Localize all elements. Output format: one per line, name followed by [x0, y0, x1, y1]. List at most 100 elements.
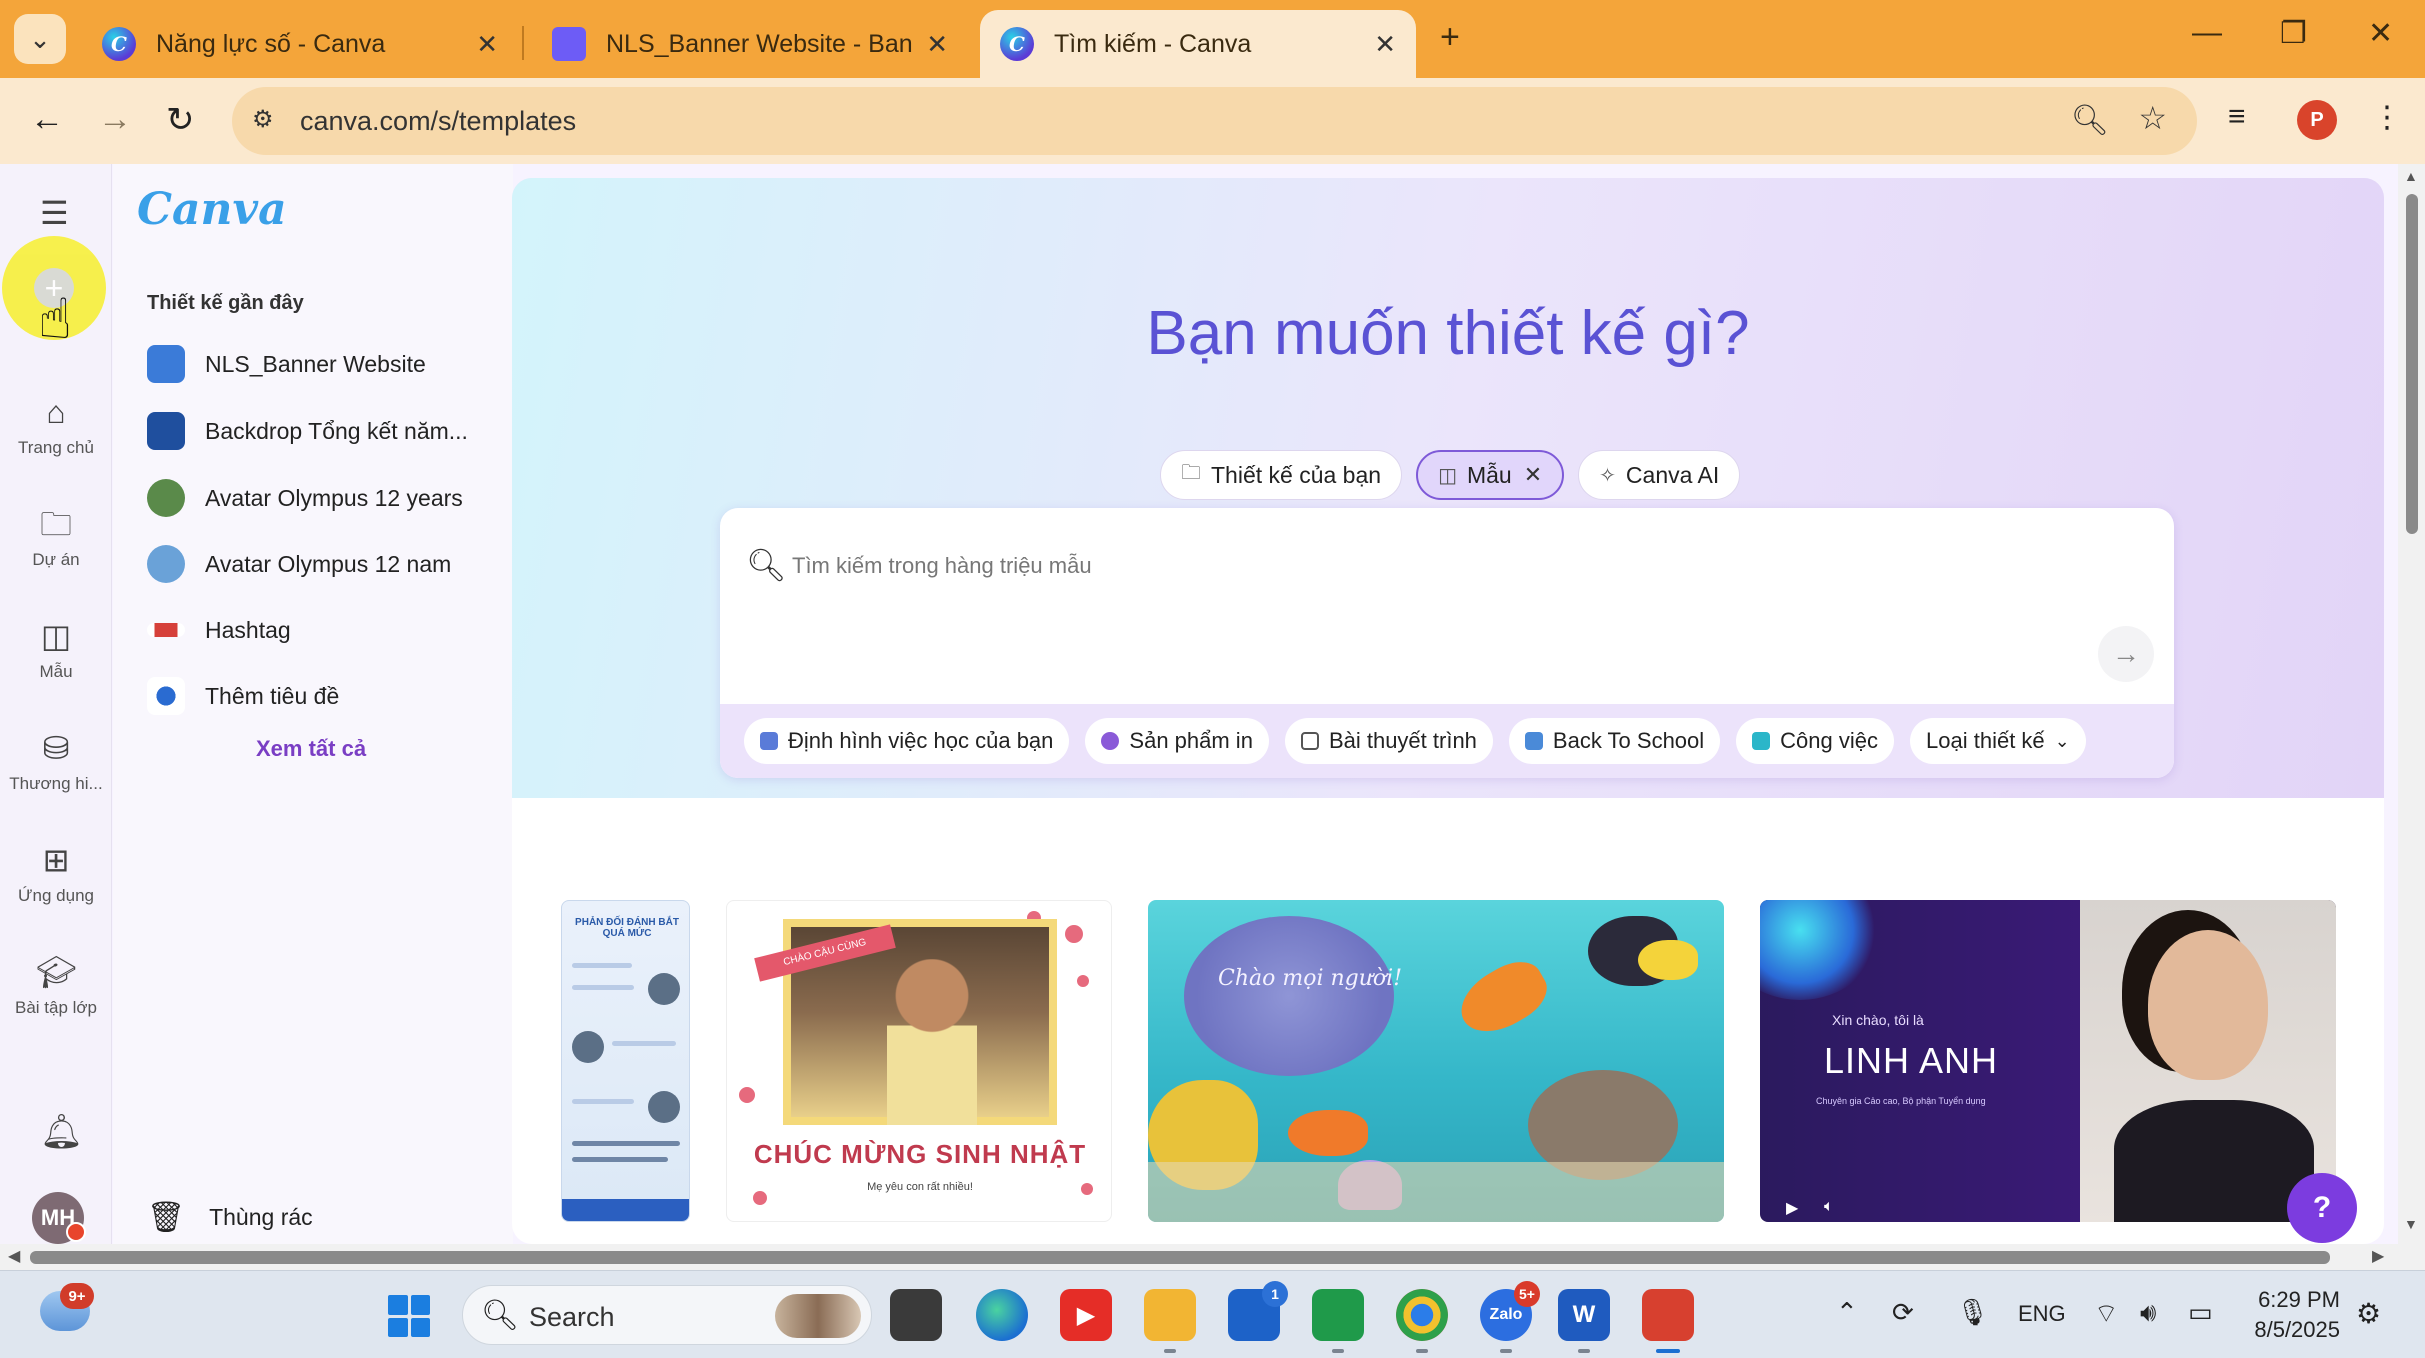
scroll-right-arrow-icon[interactable]: ▶: [2372, 1246, 2384, 1266]
help-button[interactable]: ?: [2287, 1173, 2357, 1243]
recent-design-item[interactable]: Backdrop Tổng kết năm...: [147, 409, 507, 453]
minimize-icon[interactable]: —: [2192, 16, 2222, 50]
bookmark-star-icon[interactable]: ☆: [2138, 99, 2167, 137]
close-icon[interactable]: ✕: [926, 29, 948, 60]
system-clock[interactable]: 6:29 PM 8/5/2025: [2230, 1285, 2340, 1345]
template-card-overfishing[interactable]: PHẢN ĐỐI ĐÁNH BẮT QUÁ MỨC: [561, 900, 690, 1222]
template-card-linh-anh[interactable]: Xin chào, tôi là LINH ANH Chuyên gia Cảo…: [1760, 900, 2336, 1222]
reading-list-icon[interactable]: ≡: [2228, 100, 2246, 134]
recent-design-item[interactable]: Avatar Olympus 12 years: [147, 476, 507, 520]
design-thumbnail: [147, 677, 185, 715]
sync-icon[interactable]: ⟳: [1892, 1297, 1914, 1328]
scroll-left-arrow-icon[interactable]: ◀: [8, 1246, 20, 1266]
wifi-icon[interactable]: ⌔: [2094, 1297, 2118, 1330]
rail-item-classwork[interactable]: 🎓︎ Bài tập lớp: [0, 952, 112, 1018]
battery-icon[interactable]: ▭: [2188, 1297, 2213, 1328]
browser-profile-icon[interactable]: P: [2297, 100, 2337, 140]
notification-icon[interactable]: ⚙: [2356, 1297, 2381, 1330]
new-tab-plus-icon[interactable]: +: [1440, 18, 1460, 57]
browser-tab-3[interactable]: C Tìm kiếm - Canva ✕: [980, 10, 1416, 78]
chip-back-to-school[interactable]: Back To School: [1508, 718, 1721, 764]
browser-tabstrip: ⌄ C Năng lực số - Canva ✕ NLS_Banner Web…: [0, 0, 2425, 78]
browser-tab-2[interactable]: NLS_Banner Website - Banner r ✕: [532, 10, 968, 78]
design-type-dropdown[interactable]: Loại thiết kế ⌄: [1910, 718, 2086, 764]
microphone-icon[interactable]: 🎙︎: [1956, 1297, 1989, 1328]
template-search-box: 🔍︎ → Định hình việc học của bạn Sản phẩm…: [720, 508, 2174, 778]
chip-work[interactable]: Công việc: [1736, 718, 1895, 764]
pill-templates[interactable]: ◫ Mẫu ✕: [1416, 450, 1565, 500]
rail-item-home[interactable]: ⌂ Trang chủ: [0, 392, 112, 458]
template-decoration: [1184, 916, 1394, 1076]
template-card-subtitle: Chuyên gia Cảo cao, Bộ phận Tuyển dụng: [1816, 1096, 1986, 1106]
back-arrow-icon[interactable]: ←: [30, 100, 64, 139]
trash-button[interactable]: 🗑︎ Thùng rác: [147, 1200, 313, 1235]
rail-item-templates[interactable]: ◫ Mẫu: [0, 616, 112, 682]
browser-menu-icon[interactable]: ⋮: [2372, 100, 2402, 135]
zoom-icon[interactable]: 🔍︎: [2071, 103, 2109, 138]
search-icon: 🔍︎: [746, 547, 787, 583]
play-icon[interactable]: ▶: [1786, 1198, 1798, 1218]
forward-arrow-icon[interactable]: →: [98, 100, 132, 139]
input-language[interactable]: ENG: [2018, 1301, 2066, 1327]
pill-canva-ai[interactable]: ✧ Canva AI: [1578, 450, 1741, 500]
taskbar-search-label: Search: [529, 1302, 615, 1332]
chip-print-products[interactable]: Sản phẩm in: [1085, 718, 1269, 764]
show-hidden-icons-chevron-up-icon[interactable]: ⌃: [1836, 1297, 1858, 1328]
search-input[interactable]: [792, 546, 2092, 586]
reload-icon[interactable]: ↻: [166, 100, 195, 140]
scrollbar-thumb[interactable]: [2406, 194, 2418, 534]
file-explorer-icon[interactable]: [1144, 1289, 1196, 1353]
task-view-icon[interactable]: [890, 1289, 942, 1341]
search-submit-arrow-icon[interactable]: →: [2098, 626, 2154, 682]
edge-browser-icon[interactable]: [976, 1289, 1028, 1341]
bell-icon[interactable]: 🔔︎: [40, 1112, 83, 1152]
collapse-menu-icon[interactable]: ☰: [40, 194, 69, 232]
rail-item-projects[interactable]: 🗀 Dự án: [0, 504, 112, 570]
scroll-down-arrow-icon[interactable]: ▼: [2404, 1216, 2418, 1232]
rail-item-brand[interactable]: ⛁ Thương hi...: [0, 728, 112, 794]
zalo-icon[interactable]: Zalo 5+: [1480, 1281, 1540, 1353]
side-panel: Canva Thiết kế gần đây NLS_Banner Websit…: [113, 164, 513, 1244]
scroll-up-arrow-icon[interactable]: ▲: [2404, 168, 2418, 184]
chip-learning[interactable]: Định hình việc học của bạn: [744, 718, 1070, 764]
pill-your-designs[interactable]: 🗀 Thiết kế của bạn: [1160, 450, 1403, 500]
site-settings-icon[interactable]: ⚙: [252, 105, 284, 137]
window-close-icon[interactable]: ✕: [2368, 16, 2393, 51]
canva-logo[interactable]: Canva: [137, 184, 287, 235]
recent-design-item[interactable]: Avatar Olympus 12 nam: [147, 542, 507, 586]
browser-tab-1[interactable]: C Năng lực số - Canva ✕: [82, 10, 518, 78]
scrollbar-thumb[interactable]: [30, 1251, 2330, 1264]
windows-start-icon[interactable]: [388, 1295, 430, 1337]
volume-icon[interactable]: 🔊︎: [2140, 1297, 2156, 1329]
microsoft-store-icon[interactable]: 1: [1228, 1281, 1288, 1341]
horizontal-scrollbar[interactable]: ◀ ▶: [0, 1244, 2425, 1270]
chrome-icon[interactable]: [1396, 1289, 1448, 1353]
close-icon[interactable]: ✕: [1524, 462, 1542, 488]
recent-design-item[interactable]: Thêm tiêu đề: [147, 674, 507, 718]
close-icon[interactable]: ✕: [476, 29, 498, 60]
green-app-icon[interactable]: [1312, 1289, 1364, 1353]
template-card-birthday[interactable]: CHÀO CẬU CÙNG CHÚC MỪNG SINH NHẬT Mẹ yêu…: [726, 900, 1112, 1222]
template-card-ocean[interactable]: Chào mọi người!: [1148, 900, 1724, 1222]
trash-label: Thùng rác: [209, 1204, 313, 1230]
chip-icon: [1524, 732, 1543, 750]
chip-presentations[interactable]: Bài thuyết trình: [1284, 718, 1493, 764]
recent-design-item[interactable]: NLS_Banner Website: [147, 342, 507, 386]
see-all-link[interactable]: Xem tất cả: [256, 736, 366, 762]
rail-item-apps[interactable]: ⊞ Ứng dụng: [0, 840, 112, 906]
address-bar[interactable]: ⚙ canva.com/s/templates 🔍︎ ☆: [232, 87, 2197, 155]
restore-icon[interactable]: ❐: [2280, 16, 2307, 51]
address-url[interactable]: canva.com/s/templates: [300, 106, 576, 137]
running-indicator: [1164, 1349, 1176, 1353]
vertical-scrollbar[interactable]: ▲ ▼: [2398, 164, 2425, 1244]
taskbar-search[interactable]: 🔍︎ Search: [462, 1285, 872, 1345]
search-icon: 🔍︎: [481, 1299, 520, 1332]
close-icon[interactable]: ✕: [1374, 29, 1396, 60]
word-icon[interactable]: W: [1558, 1289, 1610, 1353]
tab-search-menu-button[interactable]: ⌄: [14, 14, 66, 64]
volume-icon[interactable]: 🔈︎: [1824, 1198, 1834, 1216]
screen-recorder-icon[interactable]: [1642, 1289, 1694, 1353]
youtube-icon[interactable]: ▶: [1060, 1289, 1112, 1341]
template-icon: ◫: [1438, 464, 1457, 487]
recent-design-item[interactable]: Hashtag: [147, 608, 507, 652]
